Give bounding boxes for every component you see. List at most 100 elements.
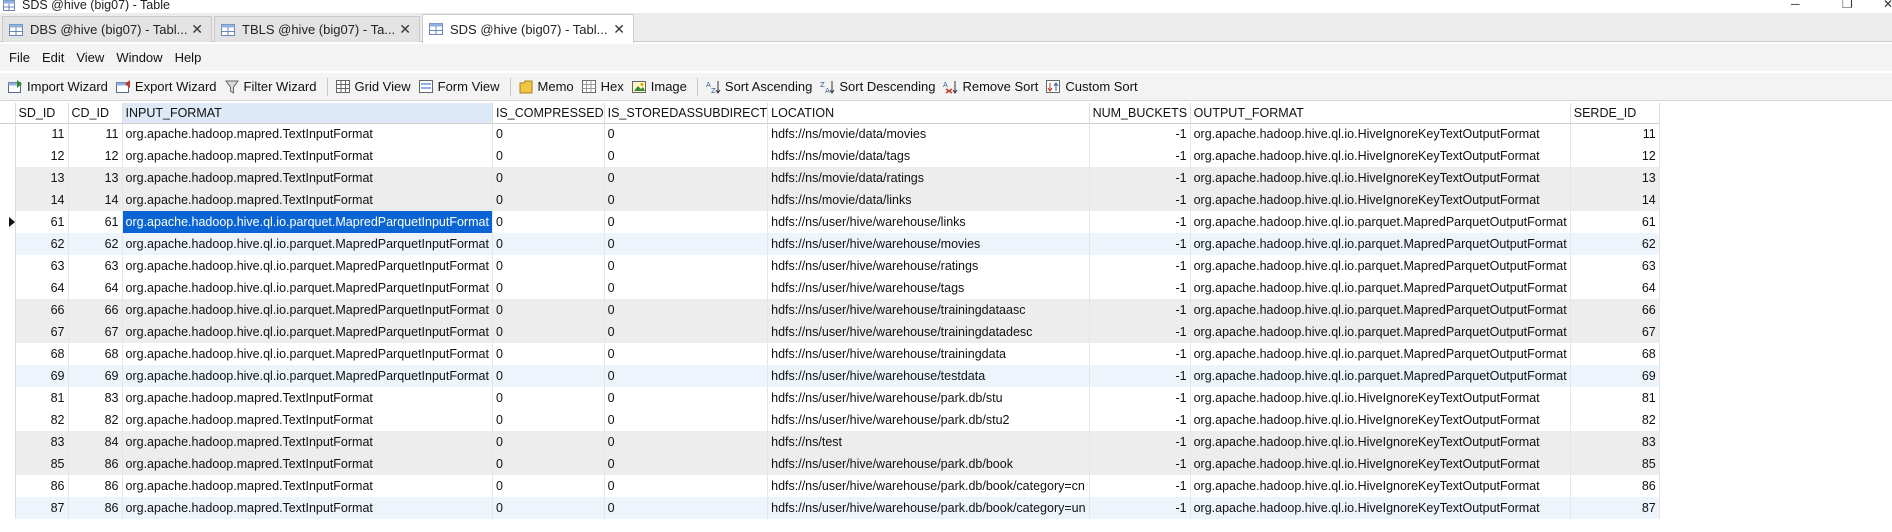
row-indicator[interactable] (0, 409, 16, 431)
cell-num-buckets[interactable]: -1 (1089, 167, 1191, 189)
export-wizard-button[interactable]: Export Wizard (115, 79, 217, 94)
cell-num-buckets[interactable]: -1 (1089, 365, 1191, 387)
cell-location[interactable]: hdfs://ns/movie/data/ratings (767, 167, 1090, 189)
cell-input-format[interactable]: org.apache.hadoop.hive.ql.io.parquet.Map… (122, 343, 493, 365)
table-row[interactable]: 64 64 org.apache.hadoop.hive.ql.io.parquet… (0, 277, 1660, 299)
cell-is-compressed[interactable]: 0 (492, 365, 605, 387)
table-row[interactable]: 66 66 org.apache.hadoop.hive.ql.io.parquet… (0, 299, 1660, 321)
cell-input-format[interactable]: org.apache.hadoop.mapred.TextInputFormat (122, 409, 493, 431)
cell-is-compressed[interactable]: 0 (492, 343, 605, 365)
cell-sd-id[interactable]: 64 (15, 277, 69, 299)
row-indicator[interactable] (0, 189, 16, 211)
cell-is-storedassubdirect[interactable]: 0 (604, 343, 769, 365)
menu-window[interactable]: Window (116, 50, 162, 65)
cell-sd-id[interactable]: 81 (15, 387, 69, 409)
cell-serde-id[interactable]: 12 (1570, 145, 1660, 167)
cell-is-storedassubdirect[interactable]: 0 (604, 255, 769, 277)
cell-cd-id[interactable]: 13 (68, 167, 123, 189)
cell-cd-id[interactable]: 69 (68, 365, 123, 387)
cell-output-format[interactable]: org.apache.hadoop.hive.ql.io.HiveIgnoreK… (1190, 453, 1571, 475)
cell-sd-id[interactable]: 68 (15, 343, 69, 365)
row-indicator[interactable] (0, 321, 16, 343)
cell-location[interactable]: hdfs://ns/user/hive/warehouse/movies (767, 233, 1090, 255)
cell-serde-id[interactable]: 81 (1570, 387, 1660, 409)
close-icon[interactable]: ✕ (613, 21, 625, 38)
cell-num-buckets[interactable]: -1 (1089, 211, 1191, 233)
column-header-sd-id[interactable]: SD_ID (15, 103, 69, 124)
row-indicator[interactable] (0, 343, 16, 365)
cell-num-buckets[interactable]: -1 (1089, 123, 1191, 145)
cell-serde-id[interactable]: 68 (1570, 343, 1660, 365)
cell-serde-id[interactable]: 14 (1570, 189, 1660, 211)
hex-button[interactable]: Hex (581, 79, 624, 94)
cell-input-format[interactable]: org.apache.hadoop.mapred.TextInputFormat (122, 431, 493, 453)
cell-sd-id[interactable]: 61 (15, 211, 69, 233)
cell-cd-id[interactable]: 12 (68, 145, 123, 167)
close-window-icon[interactable]: ✕ (1883, 0, 1892, 11)
cell-input-format[interactable]: org.apache.hadoop.mapred.TextInputFormat (122, 387, 493, 409)
cell-cd-id[interactable]: 84 (68, 431, 123, 453)
cell-sd-id[interactable]: 83 (15, 431, 69, 453)
cell-output-format[interactable]: org.apache.hadoop.hive.ql.io.parquet.Map… (1190, 365, 1571, 387)
cell-input-format[interactable]: org.apache.hadoop.mapred.TextInputFormat (122, 189, 493, 211)
menu-view[interactable]: View (76, 50, 104, 65)
cell-is-compressed[interactable]: 0 (492, 189, 605, 211)
cell-cd-id[interactable]: 66 (68, 299, 123, 321)
cell-is-storedassubdirect[interactable]: 0 (604, 123, 769, 145)
cell-cd-id[interactable]: 64 (68, 277, 123, 299)
tab-sds[interactable]: SDS @hive (big07) - Tabl... ✕ (422, 14, 634, 43)
table-row[interactable]: 83 84 org.apache.hadoop.mapred.TextInputFo… (0, 431, 1660, 453)
row-indicator[interactable] (0, 365, 16, 387)
cell-input-format[interactable]: org.apache.hadoop.mapred.TextInputFormat (122, 475, 493, 497)
cell-input-format[interactable]: org.apache.hadoop.mapred.TextInputFormat (122, 167, 493, 189)
cell-input-format[interactable]: org.apache.hadoop.hive.ql.io.parquet.Map… (122, 321, 493, 343)
table-row[interactable]: 62 62 org.apache.hadoop.hive.ql.io.parquet… (0, 233, 1660, 255)
cell-num-buckets[interactable]: -1 (1089, 189, 1191, 211)
cell-serde-id[interactable]: 61 (1570, 211, 1660, 233)
cell-serde-id[interactable]: 64 (1570, 277, 1660, 299)
cell-cd-id[interactable]: 86 (68, 475, 123, 497)
cell-serde-id[interactable]: 11 (1570, 123, 1660, 145)
cell-location[interactable]: hdfs://ns/movie/data/tags (767, 145, 1090, 167)
data-grid[interactable]: SD_ID CD_ID INPUT_FORMAT IS_COMPRESSED IS_ST… (0, 103, 1892, 532)
cell-input-format[interactable]: org.apache.hadoop.hive.ql.io.parquet.Map… (122, 277, 493, 299)
cell-output-format[interactable]: org.apache.hadoop.hive.ql.io.HiveIgnoreK… (1190, 475, 1571, 497)
cell-output-format[interactable]: org.apache.hadoop.hive.ql.io.parquet.Map… (1190, 277, 1571, 299)
column-header-location[interactable]: LOCATION (767, 103, 1090, 124)
cell-is-storedassubdirect[interactable]: 0 (604, 189, 769, 211)
cell-output-format[interactable]: org.apache.hadoop.hive.ql.io.HiveIgnoreK… (1190, 431, 1571, 453)
cell-location[interactable]: hdfs://ns/user/hive/warehouse/trainingda… (767, 343, 1090, 365)
table-row[interactable]: 82 82 org.apache.hadoop.mapred.TextInputFo… (0, 409, 1660, 431)
cell-is-storedassubdirect[interactable]: 0 (604, 431, 769, 453)
cell-is-compressed[interactable]: 0 (492, 475, 605, 497)
cell-location[interactable]: hdfs://ns/test (767, 431, 1090, 453)
table-row[interactable]: 11 11 org.apache.hadoop.mapred.TextInputFo… (0, 123, 1660, 145)
tab-tbls[interactable]: TBLS @hive (big07) - Ta... ✕ (214, 16, 420, 42)
cell-is-compressed[interactable]: 0 (492, 211, 605, 233)
cell-cd-id[interactable]: 62 (68, 233, 123, 255)
cell-output-format[interactable]: org.apache.hadoop.hive.ql.io.parquet.Map… (1190, 299, 1571, 321)
cell-output-format[interactable]: org.apache.hadoop.hive.ql.io.HiveIgnoreK… (1190, 497, 1571, 519)
cell-is-compressed[interactable]: 0 (492, 321, 605, 343)
cell-location[interactable]: hdfs://ns/user/hive/warehouse/trainingda… (767, 299, 1090, 321)
cell-output-format[interactable]: org.apache.hadoop.hive.ql.io.parquet.Map… (1190, 321, 1571, 343)
cell-location[interactable]: hdfs://ns/user/hive/warehouse/links (767, 211, 1090, 233)
remove-sort-button[interactable]: A Remove Sort (943, 79, 1038, 94)
cell-cd-id[interactable]: 83 (68, 387, 123, 409)
row-indicator[interactable] (0, 211, 16, 233)
cell-location[interactable]: hdfs://ns/user/hive/warehouse/testdata (767, 365, 1090, 387)
cell-output-format[interactable]: org.apache.hadoop.hive.ql.io.parquet.Map… (1190, 211, 1571, 233)
sort-descending-button[interactable]: Z A Sort Descending (820, 79, 935, 94)
cell-sd-id[interactable]: 86 (15, 475, 69, 497)
cell-cd-id[interactable]: 61 (68, 211, 123, 233)
row-indicator[interactable] (0, 387, 16, 409)
cell-output-format[interactable]: org.apache.hadoop.hive.ql.io.parquet.Map… (1190, 233, 1571, 255)
cell-input-format[interactable]: org.apache.hadoop.hive.ql.io.parquet.Map… (122, 211, 493, 233)
cell-serde-id[interactable]: 63 (1570, 255, 1660, 277)
cell-is-compressed[interactable]: 0 (492, 409, 605, 431)
row-indicator[interactable] (0, 475, 16, 497)
column-header-serde-id[interactable]: SERDE_ID (1570, 103, 1660, 124)
import-wizard-button[interactable]: Import Wizard (8, 79, 108, 94)
cell-num-buckets[interactable]: -1 (1089, 233, 1191, 255)
maximize-icon[interactable]: ❐ (1842, 0, 1853, 11)
